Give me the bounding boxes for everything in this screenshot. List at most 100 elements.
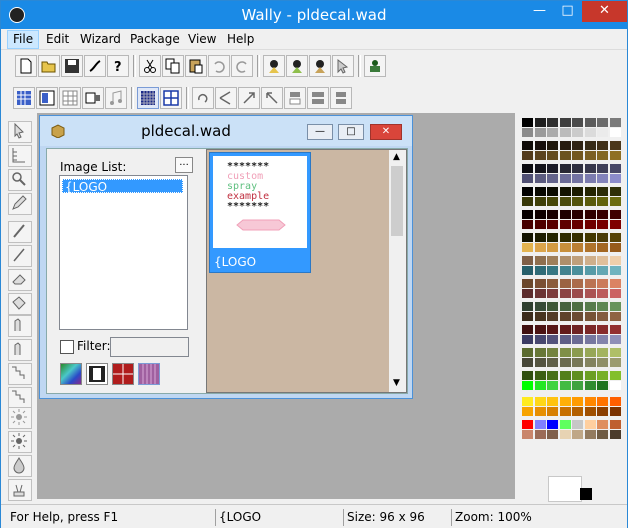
palette-swatch[interactable]: [547, 187, 558, 196]
image-list-options-button[interactable]: ...: [175, 157, 193, 173]
palette-swatch[interactable]: [609, 266, 621, 275]
palette-swatch[interactable]: [547, 151, 558, 160]
title-bar[interactable]: Wally - pldecal.wad — □ ✕: [1, 1, 627, 29]
palette-swatch[interactable]: [559, 289, 571, 298]
palette-swatch[interactable]: [597, 312, 608, 321]
palette-swatch[interactable]: [572, 335, 583, 344]
palette-swatch[interactable]: [584, 256, 596, 265]
palette-swatch[interactable]: [584, 302, 596, 311]
palette-swatch[interactable]: [547, 233, 558, 242]
palette-swatch[interactable]: [609, 335, 621, 344]
palette-swatch[interactable]: [572, 164, 583, 173]
palette-swatch[interactable]: [572, 187, 583, 196]
palette-swatch[interactable]: [534, 420, 546, 429]
palette-swatch[interactable]: [584, 420, 596, 429]
palette-swatch[interactable]: [534, 174, 546, 183]
palette-swatch[interactable]: [584, 197, 596, 206]
palette-swatch[interactable]: [572, 151, 583, 160]
minimize-button[interactable]: —: [526, 1, 553, 22]
palette-swatch[interactable]: [522, 210, 533, 219]
palette-swatch[interactable]: [584, 243, 596, 252]
scrollbar-thumb[interactable]: [391, 166, 403, 236]
palette-swatch[interactable]: [547, 266, 558, 275]
palette-swatch[interactable]: [559, 335, 571, 344]
palette-swatch[interactable]: [572, 256, 583, 265]
palette-swatch[interactable]: [609, 233, 621, 242]
palette-swatch[interactable]: [609, 128, 621, 137]
palette-swatch[interactable]: [584, 210, 596, 219]
palette-swatch[interactable]: [534, 312, 546, 321]
palette-swatch[interactable]: [609, 381, 621, 390]
palette-swatch[interactable]: [534, 335, 546, 344]
scroll-up-icon[interactable]: ▲: [393, 152, 400, 162]
list-item[interactable]: {LOGO: [62, 179, 183, 194]
palette-swatch[interactable]: [597, 243, 608, 252]
menu-wizard[interactable]: Wizard: [75, 31, 126, 48]
palette-swatch[interactable]: [597, 397, 608, 406]
film-view-button[interactable]: [86, 363, 108, 385]
palette-swatch[interactable]: [597, 233, 608, 242]
palette-swatch[interactable]: [547, 289, 558, 298]
palette-swatch[interactable]: [609, 430, 621, 439]
palette-swatch[interactable]: [597, 164, 608, 173]
palette-swatch[interactable]: [522, 335, 533, 344]
palette-swatch[interactable]: [522, 381, 533, 390]
palette-swatch[interactable]: [559, 407, 571, 416]
palette-swatch[interactable]: [609, 348, 621, 357]
palette-swatch[interactable]: [609, 174, 621, 183]
filter-input[interactable]: [110, 337, 189, 357]
package-button[interactable]: [364, 55, 386, 77]
palette-swatch[interactable]: [572, 420, 583, 429]
filter-checkbox[interactable]: [60, 340, 74, 354]
palette-swatch[interactable]: [597, 430, 608, 439]
palette-swatch[interactable]: [559, 371, 571, 380]
palette-swatch[interactable]: [547, 128, 558, 137]
palette-swatch[interactable]: [559, 243, 571, 252]
palette-swatch[interactable]: [522, 164, 533, 173]
palette-swatch[interactable]: [559, 325, 571, 334]
spray-tool[interactable]: [8, 479, 32, 501]
palette-swatch[interactable]: [584, 407, 596, 416]
palette-swatch[interactable]: [597, 289, 608, 298]
palette-swatch[interactable]: [522, 371, 533, 380]
palette-swatch[interactable]: [572, 358, 583, 367]
palette-swatch[interactable]: [597, 256, 608, 265]
copy-button[interactable]: [162, 55, 184, 77]
palette-swatch[interactable]: [559, 233, 571, 242]
palette-swatch[interactable]: [597, 174, 608, 183]
palette-swatch[interactable]: [522, 430, 533, 439]
palette-swatch[interactable]: [609, 118, 621, 127]
smudge-tool[interactable]: [8, 339, 32, 361]
palette-swatch[interactable]: [559, 197, 571, 206]
palette-view-button[interactable]: [13, 87, 35, 109]
open-folder-button[interactable]: [38, 55, 60, 77]
palette-swatch[interactable]: [609, 197, 621, 206]
palette-swatch[interactable]: [547, 335, 558, 344]
fill-tool[interactable]: [8, 293, 32, 315]
document-minimize-button[interactable]: —: [307, 124, 333, 140]
palette-swatch[interactable]: [597, 266, 608, 275]
menu-help[interactable]: Help: [222, 31, 259, 48]
palette-swatch[interactable]: [584, 325, 596, 334]
palette-swatch[interactable]: [534, 289, 546, 298]
palette-swatch[interactable]: [522, 174, 533, 183]
palette-swatch[interactable]: [534, 118, 546, 127]
palette-swatch[interactable]: [559, 164, 571, 173]
palette-swatch[interactable]: [522, 358, 533, 367]
new-file-button[interactable]: [15, 55, 37, 77]
palette-swatch[interactable]: [572, 220, 583, 229]
align-button[interactable]: [284, 87, 306, 109]
palette-swatch[interactable]: [597, 358, 608, 367]
palette-swatch[interactable]: [584, 371, 596, 380]
palette-swatch[interactable]: [547, 358, 558, 367]
palette-swatch[interactable]: [534, 128, 546, 137]
palette-swatch[interactable]: [597, 151, 608, 160]
grid-dense-button[interactable]: [137, 87, 159, 109]
palette-swatch[interactable]: [534, 256, 546, 265]
palette-swatch[interactable]: [547, 256, 558, 265]
sound-view-button[interactable]: [105, 87, 127, 109]
stairs-tool[interactable]: [8, 363, 32, 385]
palette-swatch[interactable]: [547, 302, 558, 311]
palette-swatch[interactable]: [572, 325, 583, 334]
palette-swatch[interactable]: [522, 118, 533, 127]
